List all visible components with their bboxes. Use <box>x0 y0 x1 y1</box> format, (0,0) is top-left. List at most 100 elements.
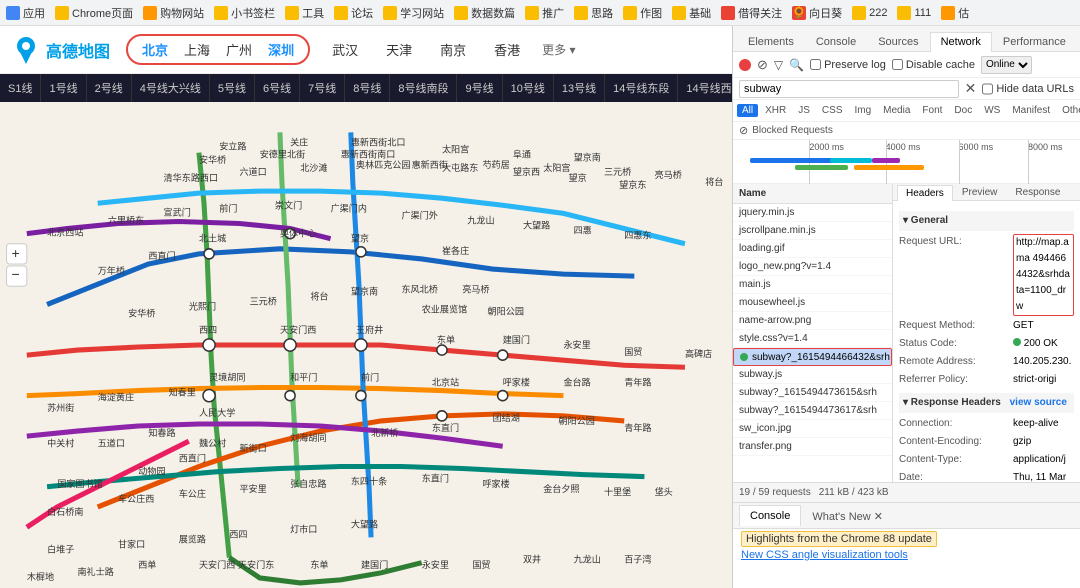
city-nanjing[interactable]: 南京 <box>434 38 472 61</box>
line-tab-2[interactable]: 2号线 <box>87 74 132 102</box>
name-item-mainjs[interactable]: main.js <box>733 276 892 294</box>
bookmark-learn[interactable]: 学习网站 <box>383 5 444 21</box>
filter-css[interactable]: CSS <box>817 104 848 117</box>
name-item-loading[interactable]: loading.gif <box>733 240 892 258</box>
online-select[interactable]: Online <box>981 56 1032 74</box>
hide-data-urls-label[interactable]: Hide data URLs <box>982 80 1074 98</box>
bookmark-tools[interactable]: 工具 <box>285 5 324 21</box>
line-tab-7[interactable]: 7号线 <box>300 74 345 102</box>
line-tab-8s[interactable]: 8号线南段 <box>390 74 457 102</box>
preserve-log-label[interactable]: Preserve log <box>810 59 886 71</box>
name-item-subway-selected[interactable]: subway?_1615494466432&srh <box>733 348 892 366</box>
filter-font[interactable]: Font <box>917 104 947 117</box>
bookmark-est[interactable]: 估 <box>941 5 969 21</box>
timeline: 2000 ms 4000 ms 6000 ms 8000 ms <box>733 140 1080 184</box>
city-wuhan[interactable]: 武汉 <box>326 38 364 61</box>
city-beijing[interactable]: 北京 <box>136 38 174 61</box>
blocked-requests-row[interactable]: ⊘ Blocked Requests <box>733 122 1080 140</box>
filter-media[interactable]: Media <box>878 104 915 117</box>
name-item-subway2[interactable]: subway?_1615494473615&srh <box>733 384 892 402</box>
clear-button[interactable]: ⊘ <box>757 57 768 73</box>
line-tab-1[interactable]: 1号线 <box>41 74 86 102</box>
connection-value: keep-alive <box>1013 416 1059 432</box>
console-link[interactable]: New CSS angle visualization tools <box>741 549 908 561</box>
bookmark-forum[interactable]: 论坛 <box>334 5 373 21</box>
detail-tab-response[interactable]: Response <box>1006 184 1069 200</box>
svg-text:团结湖: 团结湖 <box>493 412 520 423</box>
city-hongkong[interactable]: 香港 <box>488 38 526 61</box>
bookmark-sunflower[interactable]: 🌻 向日葵 <box>792 5 842 21</box>
name-item-jquery[interactable]: jquery.min.js <box>733 204 892 222</box>
disable-cache-checkbox[interactable] <box>892 59 903 70</box>
line-tab-10[interactable]: 10号线 <box>503 74 554 102</box>
line-tab-14w[interactable]: 14号线西段 <box>678 74 732 102</box>
bookmark-shop[interactable]: 购物网站 <box>143 5 204 21</box>
line-tab-4[interactable]: 4号线大兴线 <box>132 74 210 102</box>
svg-text:知春路: 知春路 <box>148 427 175 438</box>
filter-other[interactable]: Other <box>1057 104 1080 117</box>
bookmark-promote[interactable]: 推广 <box>525 5 564 21</box>
bookmark-sunflower-label: 向日葵 <box>809 5 842 21</box>
bookmark-draw[interactable]: 作图 <box>623 5 662 21</box>
bookmark-chrome[interactable]: Chrome页面 <box>55 5 133 21</box>
filter-all[interactable]: All <box>737 104 758 117</box>
preserve-log-checkbox[interactable] <box>810 59 821 70</box>
line-tab-6[interactable]: 6号线 <box>255 74 300 102</box>
name-item-subwayjs[interactable]: subway.js <box>733 366 892 384</box>
city-shanghai[interactable]: 上海 <box>178 38 216 61</box>
name-item-jscroll[interactable]: jscrollpane.min.js <box>733 222 892 240</box>
search-input[interactable] <box>739 80 959 98</box>
bookmark-data[interactable]: 数据数篇 <box>454 5 515 21</box>
line-tab-5[interactable]: 5号线 <box>210 74 255 102</box>
tab-network[interactable]: Network <box>930 32 992 52</box>
name-item-mousewheel[interactable]: mousewheel.js <box>733 294 892 312</box>
request-url-value[interactable]: http://map.ama 4944664432&srhdata=1100_d… <box>1013 234 1074 316</box>
tab-elements[interactable]: Elements <box>737 32 805 51</box>
search-icon[interactable]: 🔍 <box>789 58 804 72</box>
bookmark-mind[interactable]: 思路 <box>574 5 613 21</box>
view-source-link[interactable]: view source <box>1010 397 1067 408</box>
bookmark-borrow[interactable]: 借得关注 <box>721 5 782 21</box>
line-tab-8[interactable]: 8号线 <box>345 74 390 102</box>
tab-performance[interactable]: Performance <box>992 32 1077 51</box>
line-tab-s1[interactable]: S1线 <box>0 74 41 102</box>
console-tab-whatsnew[interactable]: What's New ✕ <box>801 505 894 527</box>
svg-text:苏州街: 苏州街 <box>47 402 74 413</box>
name-item-stylecss[interactable]: style.css?v=1.4 <box>733 330 892 348</box>
disable-cache-label[interactable]: Disable cache <box>892 59 975 71</box>
filter-img[interactable]: Img <box>849 104 876 117</box>
name-item-swicon[interactable]: sw_icon.jpg <box>733 420 892 438</box>
filter-js[interactable]: JS <box>793 104 815 117</box>
detail-tab-headers[interactable]: Headers <box>897 185 953 201</box>
filter-manifest[interactable]: Manifest <box>1007 104 1055 117</box>
filter-doc[interactable]: Doc <box>949 104 977 117</box>
line-tab-14e[interactable]: 14号线东段 <box>605 74 678 102</box>
map-canvas[interactable]: 万年桥 西直门 北土城 奥体中心 望京 崔各庄 西四 天安门西 王府井 东单 建… <box>0 102 732 588</box>
name-item-subway3[interactable]: subway?_1615494473617&srh <box>733 402 892 420</box>
line-tab-13[interactable]: 13号线 <box>554 74 605 102</box>
line-tab-9[interactable]: 9号线 <box>457 74 502 102</box>
city-more[interactable]: 更多 ▾ <box>542 41 575 58</box>
map-logo: 高德地图 <box>12 36 110 64</box>
bookmark-bookmarks[interactable]: 小书签栏 <box>214 5 275 21</box>
name-item-logo[interactable]: logo_new.png?v=1.4 <box>733 258 892 276</box>
console-tab-console[interactable]: Console <box>739 505 801 526</box>
name-item-transfer[interactable]: transfer.png <box>733 438 892 456</box>
city-shenzhen[interactable]: 深圳 <box>262 38 300 61</box>
bookmark-basic[interactable]: 基础 <box>672 5 711 21</box>
city-tianjin[interactable]: 天津 <box>380 38 418 61</box>
bookmark-apps[interactable]: 应用 <box>6 5 45 21</box>
bookmark-222[interactable]: 222 <box>852 6 887 20</box>
tab-console[interactable]: Console <box>805 32 867 51</box>
bookmark-111[interactable]: 111 <box>897 6 931 20</box>
tab-sources[interactable]: Sources <box>867 32 929 51</box>
name-item-namearrow[interactable]: name-arrow.png <box>733 312 892 330</box>
filter-icon[interactable]: ▽ <box>774 58 783 72</box>
city-guangzhou[interactable]: 广州 <box>220 38 258 61</box>
record-button[interactable] <box>739 59 751 71</box>
clear-search-icon[interactable]: ✕ <box>965 80 977 97</box>
detail-tab-preview[interactable]: Preview <box>953 184 1007 200</box>
hide-data-urls-checkbox[interactable] <box>982 80 993 98</box>
filter-ws[interactable]: WS <box>979 104 1005 117</box>
filter-xhr[interactable]: XHR <box>760 104 791 117</box>
